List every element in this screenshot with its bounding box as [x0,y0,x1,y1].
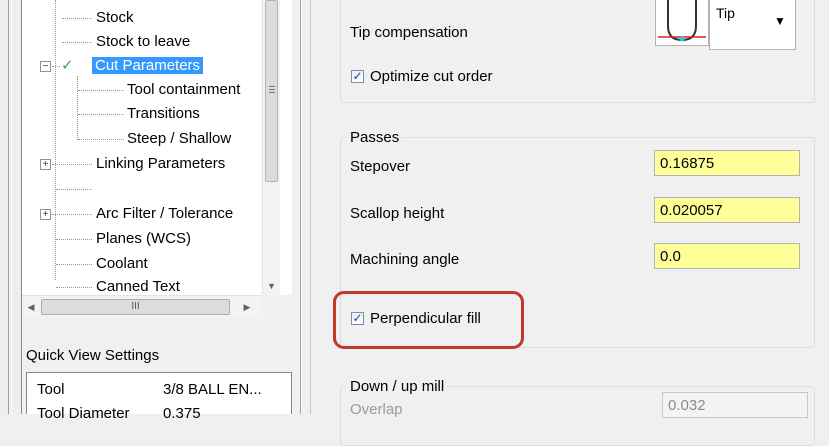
list-item: Tool 3/8 BALL EN... [37,380,287,400]
tip-compensation-value: Tip [716,5,735,21]
tree-item-coolant[interactable]: Coolant [94,254,150,274]
highlight-annotation-ring [333,291,524,349]
expand-icon[interactable]: + [40,209,51,220]
quick-view-key: Tool [37,381,65,398]
tree-item-label: Stock to leave [96,33,191,50]
tree-item-label: Tool containment [127,81,241,98]
optimize-cut-order-checkbox[interactable]: ✓ [351,70,364,83]
tree-item-label: Steep / Shallow [127,130,232,147]
cut-parameters-panel: Tip compensation Tip ▼ ✓ Optimize cut or… [311,0,829,446]
tree-item-label: Linking Parameters [96,155,226,172]
tree-item-arc-filter-tolerance[interactable]: Arc Filter / Tolerance [94,204,235,224]
tree-item-canned-text[interactable]: Canned Text [94,277,182,297]
overlap-label: Overlap [350,401,403,418]
quick-view-value: 3/8 BALL EN... [163,381,262,398]
tree-item-tool-containment[interactable]: Tool containment [125,80,242,100]
horizontal-scroll-thumb[interactable]: III [41,299,230,315]
quick-view-value: 0.375 [163,405,201,422]
tree-item-label: Transitions [127,105,200,122]
quick-view-settings-title: Quick View Settings [26,347,160,364]
tree-item-blank[interactable] [94,179,98,199]
passes-group-title: Passes [347,129,403,147]
scroll-down-arrow-icon[interactable]: ▼ [263,278,280,295]
tree-item-steep-shallow[interactable]: Steep / Shallow [125,129,233,149]
check-icon: ✓ [61,57,74,74]
stepover-field[interactable] [654,150,800,176]
list-item: Tool Diameter 0.375 [37,404,287,424]
expand-icon[interactable]: + [40,159,51,170]
pane-splitter-highlight [301,0,302,414]
tree-item-planes-wcs[interactable]: Planes (WCS) [94,229,193,249]
tree-item-label: Cut Parameters [92,57,204,74]
tree-item-label [94,180,98,197]
machining-angle-field[interactable] [654,243,800,269]
quick-view-key: Tool Diameter [37,405,130,422]
tree-item-transitions[interactable]: Transitions [125,104,202,124]
tree-item-label: Canned Text [96,278,180,295]
operation-parameters-tree: Stock Stock to leave − ✓ Cut Parameters … [22,0,292,295]
quick-view-settings-list: Tool 3/8 BALL EN... Tool Diameter 0.375 [26,372,292,422]
tip-compensation-dropdown[interactable]: Tip ▼ [709,0,796,50]
tree-vertical-scrollbar[interactable]: ▼ [262,0,280,295]
left-window-edge [0,0,22,414]
tree-item-label: Planes (WCS) [96,230,192,247]
ball-tip-icon [658,0,706,42]
tree-horizontal-scrollbar[interactable]: ◀ III ▶ [22,295,262,318]
down-up-mill-group-title: Down / up mill [347,378,448,396]
scallop-height-label: Scallop height [350,205,445,222]
tip-compensation-label: Tip compensation [350,24,468,41]
machining-angle-label: Machining angle [350,251,460,268]
tree-item-label: Coolant [96,255,148,272]
chevron-down-icon: ▼ [774,14,786,28]
optimize-cut-order-label: Optimize cut order [370,68,493,85]
stepover-label: Stepover [350,158,411,175]
scroll-right-arrow-icon[interactable]: ▶ [238,296,256,318]
tree-item-linking-parameters[interactable]: Linking Parameters [94,154,227,174]
tree-item-stock[interactable]: Stock [94,8,136,28]
scroll-left-arrow-icon[interactable]: ◀ [22,296,40,318]
collapse-icon[interactable]: − [40,61,51,72]
tree-item-stock-to-leave[interactable]: Stock to leave [94,32,192,52]
overlap-field[interactable] [662,392,808,418]
scallop-height-field[interactable] [654,197,800,223]
tree-item-label: Arc Filter / Tolerance [96,205,234,222]
tree-item-label: Stock [96,9,134,26]
tree-item-cut-parameters[interactable]: Cut Parameters [92,56,204,76]
tip-preview-image [655,0,709,46]
vertical-scroll-thumb[interactable] [265,0,278,182]
